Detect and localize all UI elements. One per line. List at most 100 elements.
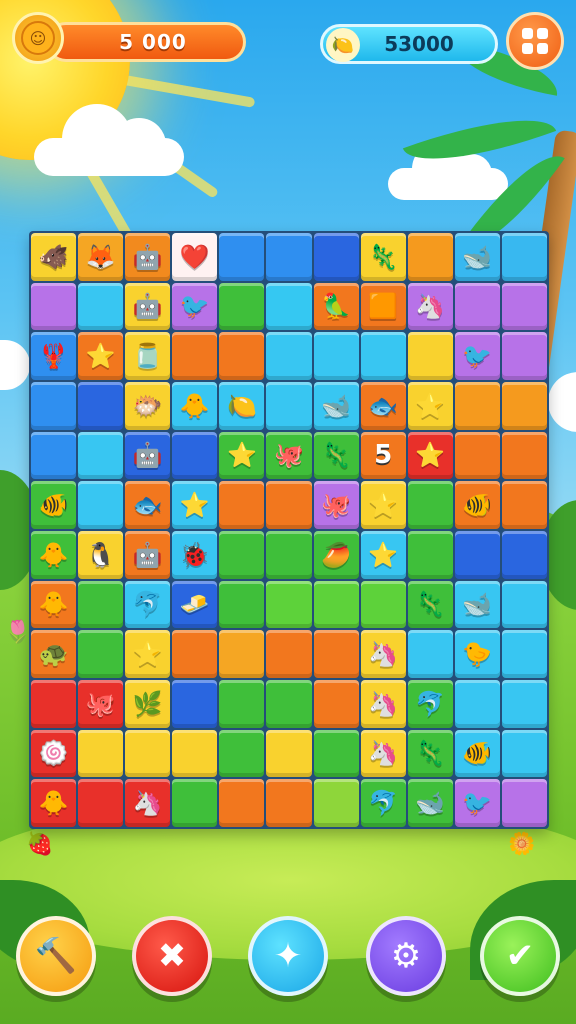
board-tile[interactable]: 🐠 <box>454 481 500 529</box>
board-tile[interactable]: 🐢 <box>31 630 77 678</box>
board-tile[interactable] <box>454 680 500 728</box>
board-tile[interactable]: 🐙 <box>78 680 124 728</box>
board-tile[interactable]: 🫙 <box>125 332 171 380</box>
board-tile[interactable] <box>219 630 265 678</box>
board-tile[interactable]: 🐥 <box>31 580 77 629</box>
board-tile[interactable]: 🤖 <box>125 233 171 281</box>
board-tile[interactable] <box>407 233 453 281</box>
board-tile[interactable] <box>266 531 312 579</box>
board-tile[interactable] <box>501 729 547 778</box>
board-tile[interactable] <box>266 630 312 678</box>
board-tile[interactable] <box>501 680 547 728</box>
menu-button[interactable] <box>506 12 564 70</box>
board-tile[interactable] <box>78 481 124 529</box>
board-tile[interactable] <box>266 779 312 827</box>
board-tile[interactable] <box>501 382 547 430</box>
board-tile[interactable]: 🦞 <box>31 332 77 380</box>
board-tile[interactable] <box>172 630 218 678</box>
board-tile[interactable] <box>78 282 124 331</box>
board-tile[interactable] <box>172 779 218 827</box>
board-tile[interactable] <box>407 531 453 579</box>
board-tile[interactable]: 🐋 <box>313 382 359 430</box>
board-tile[interactable] <box>219 779 265 827</box>
board-tile[interactable]: 🐥 <box>172 382 218 430</box>
board-tile[interactable]: 🦜 <box>313 282 359 331</box>
board-tile[interactable] <box>78 630 124 678</box>
board-tile[interactable] <box>78 431 124 480</box>
board-tile[interactable]: ⭐ <box>172 481 218 529</box>
board-tile[interactable] <box>266 382 312 430</box>
board-tile[interactable] <box>31 680 77 728</box>
board-tile[interactable] <box>313 779 359 827</box>
board-tile[interactable] <box>454 282 500 331</box>
board-tile[interactable] <box>501 332 547 380</box>
board-tile[interactable] <box>172 729 218 778</box>
board-tile[interactable]: 🦎 <box>360 233 406 281</box>
board-tile[interactable]: 🐦 <box>454 332 500 380</box>
board-tile[interactable] <box>266 580 312 629</box>
board-tile[interactable] <box>266 282 312 331</box>
board-tile[interactable]: 🐟 <box>360 382 406 430</box>
board-tile[interactable]: 🦄 <box>125 779 171 827</box>
board-tile[interactable]: 🦄 <box>360 680 406 728</box>
board-tile[interactable] <box>360 332 406 380</box>
board-tile[interactable]: 🦄 <box>407 282 453 331</box>
board-tile[interactable] <box>454 431 500 480</box>
board-tile[interactable] <box>219 233 265 281</box>
board-tile[interactable] <box>78 779 124 827</box>
board-tile[interactable] <box>501 282 547 331</box>
board-tile[interactable] <box>266 481 312 529</box>
board-tile[interactable]: 🍋 <box>219 382 265 430</box>
bomb-button[interactable]: ✖ <box>132 916 212 996</box>
board-tile[interactable]: 🐧 <box>78 531 124 579</box>
board-tile[interactable] <box>31 431 77 480</box>
board-tile[interactable]: 🐠 <box>454 729 500 778</box>
board-tile[interactable] <box>313 729 359 778</box>
settings-button[interactable]: ⚙ <box>366 916 446 996</box>
board-tile[interactable]: 🐠 <box>31 481 77 529</box>
board-tile[interactable] <box>219 282 265 331</box>
board-tile[interactable]: 🐗 <box>31 233 77 281</box>
board-tile[interactable] <box>125 729 171 778</box>
board-tile[interactable]: 🥭 <box>313 531 359 579</box>
board-tile[interactable]: 🦎 <box>407 580 453 629</box>
board-tile[interactable] <box>454 382 500 430</box>
board-tile[interactable]: 🐡 <box>125 382 171 430</box>
board-tile[interactable]: 🐤 <box>454 630 500 678</box>
board-tile[interactable] <box>78 382 124 430</box>
board-tile[interactable] <box>407 481 453 529</box>
board-tile[interactable]: ⭐ <box>219 431 265 480</box>
board-tile[interactable] <box>454 531 500 579</box>
board-tile[interactable]: 🐦 <box>172 282 218 331</box>
board-tile[interactable] <box>219 531 265 579</box>
board-tile[interactable]: ⭐ <box>360 481 406 529</box>
board-tile[interactable]: 🐋 <box>454 233 500 281</box>
board-tile[interactable] <box>219 580 265 629</box>
board-tile[interactable]: ⭐ <box>125 630 171 678</box>
board-tile[interactable]: 🐬 <box>407 680 453 728</box>
board-tile[interactable] <box>266 680 312 728</box>
board-tile[interactable] <box>501 481 547 529</box>
board-tile[interactable]: 🦄 <box>360 729 406 778</box>
board-tile[interactable] <box>219 680 265 728</box>
board-tile[interactable]: 🐞 <box>172 531 218 579</box>
board-tile[interactable]: 🐋 <box>454 580 500 629</box>
board-tile[interactable] <box>219 481 265 529</box>
board-tile[interactable] <box>501 531 547 579</box>
board-tile[interactable] <box>172 431 218 480</box>
board-tile[interactable]: 5 <box>360 431 406 480</box>
board-tile[interactable] <box>501 431 547 480</box>
board-tile[interactable]: ⭐ <box>78 332 124 380</box>
board-tile[interactable] <box>266 332 312 380</box>
board-tile[interactable] <box>266 729 312 778</box>
board-tile[interactable]: 🐦 <box>454 779 500 827</box>
board-tile[interactable] <box>407 332 453 380</box>
board-tile[interactable]: 🦎 <box>407 729 453 778</box>
board-tile[interactable]: 🦎 <box>313 431 359 480</box>
board-tile[interactable] <box>313 630 359 678</box>
board-tile[interactable]: 🐬 <box>125 580 171 629</box>
board-tile[interactable] <box>313 580 359 629</box>
board-tile[interactable]: 🟧 <box>360 282 406 331</box>
board-tile[interactable] <box>31 282 77 331</box>
board-tile[interactable]: 🦊 <box>78 233 124 281</box>
